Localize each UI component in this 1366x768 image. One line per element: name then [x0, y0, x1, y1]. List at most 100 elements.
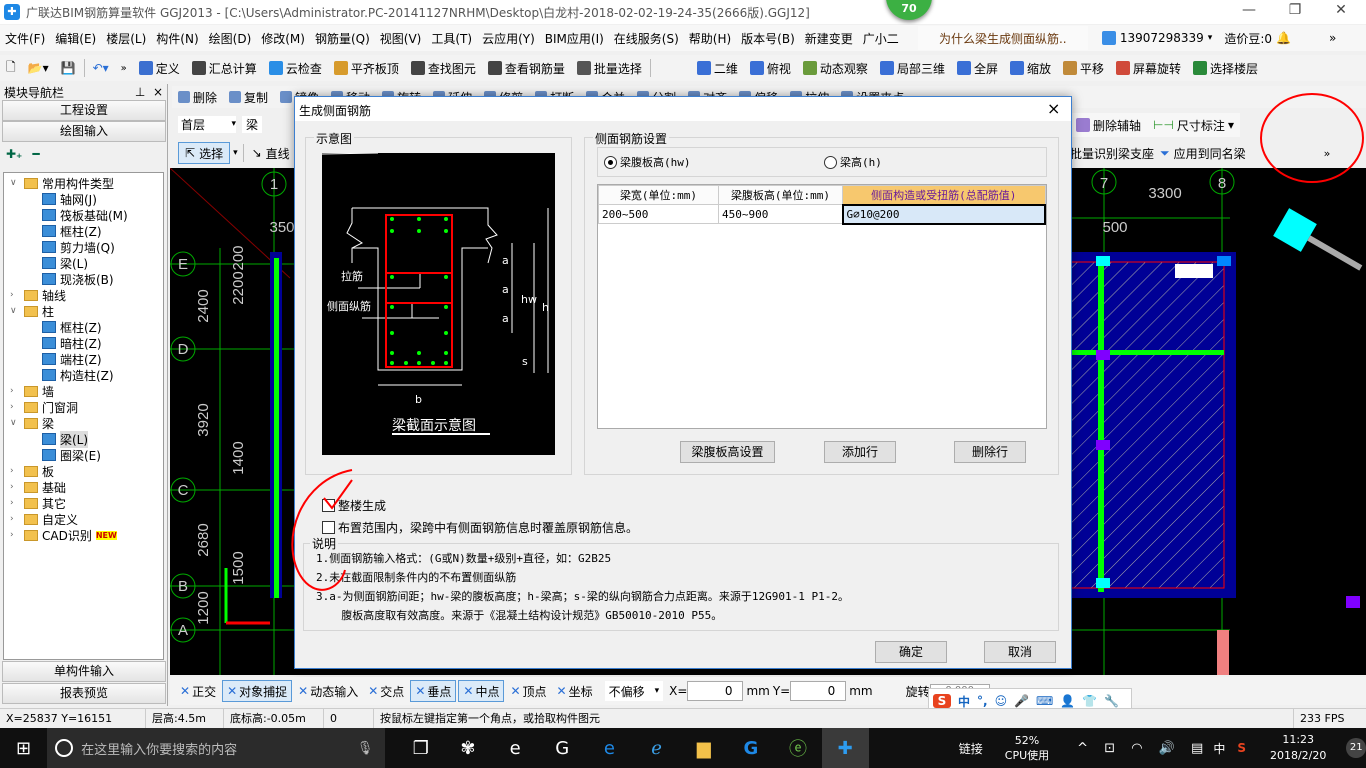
tree-item[interactable]: › CAD识别 NEW: [10, 527, 117, 543]
chevron-right-icon[interactable]: ›: [10, 482, 20, 492]
sogou-icon[interactable]: S: [933, 694, 951, 708]
restore-button[interactable]: ❐: [1272, 2, 1318, 18]
apply-same-name-button[interactable]: 应用到同名梁: [1174, 145, 1246, 162]
overwrite-checkbox[interactable]: 布置范围内，梁跨中有侧面钢筋信息时覆盖原钢筋信息。: [322, 519, 638, 536]
snap-toggle[interactable]: ✕ 对象捕捉: [222, 680, 293, 702]
cell-web-height[interactable]: 450~900: [718, 204, 843, 224]
question-link[interactable]: 为什么梁生成侧面纵筋..: [917, 26, 1088, 50]
tree-item[interactable]: › 板: [10, 463, 54, 479]
edit-tool-button[interactable]: 复制: [223, 89, 274, 106]
chevron-right-icon[interactable]: ›: [10, 386, 20, 396]
tree-item[interactable]: 剪力墙(Q): [42, 239, 115, 255]
chevron-right-icon[interactable]: ›: [10, 290, 20, 300]
tree-item[interactable]: › 墙: [10, 383, 54, 399]
menu-item[interactable]: 楼层(L): [101, 30, 151, 47]
toolbar-button[interactable]: 查看钢筋量: [482, 60, 571, 77]
user-icon[interactable]: 👤: [1060, 694, 1075, 708]
snap-toggle[interactable]: ✕ 坐标: [553, 680, 597, 702]
more-icon[interactable]: »: [1329, 31, 1336, 45]
select-button[interactable]: ⇱ 选择: [178, 142, 231, 164]
menu-item[interactable]: 修改(M): [256, 30, 310, 47]
new-file-button[interactable]: 🗋: [0, 58, 22, 79]
menu-item[interactable]: BIM应用(I): [540, 30, 609, 47]
tree-item[interactable]: ∨ 柱: [10, 303, 54, 319]
tree-item[interactable]: 圈梁(E): [42, 447, 101, 463]
delete-aux-axis-button[interactable]: 删除辅轴: [1070, 117, 1147, 134]
menu-item[interactable]: 新建变更: [800, 30, 858, 47]
snap-toggle[interactable]: ✕ 中点: [458, 680, 505, 702]
skin-icon[interactable]: 👕: [1082, 694, 1097, 708]
ie-browser-icon[interactable]: ℯ: [633, 728, 680, 768]
toolbar-button[interactable]: 平齐板顶: [328, 60, 405, 77]
tree-item[interactable]: 轴网(J): [42, 191, 97, 207]
open-file-button[interactable]: 📂▾: [22, 61, 55, 75]
tree-item[interactable]: 框柱(Z): [42, 223, 102, 239]
toolbar-button[interactable]: 平移: [1057, 60, 1110, 77]
toolbar-button[interactable]: 定义: [133, 60, 186, 77]
tree-item[interactable]: ∨ 梁: [10, 415, 54, 431]
toolbar-button[interactable]: 缩放: [1004, 60, 1057, 77]
chevron-down-icon[interactable]: ∨: [10, 418, 20, 428]
snap-toggle[interactable]: ✕ 正交: [176, 680, 220, 702]
ime-lang[interactable]: 中: [958, 693, 970, 710]
chevron-right-icon[interactable]: ›: [10, 498, 20, 508]
windows-start-icon[interactable]: ⊞: [0, 728, 47, 768]
toolbar-button[interactable]: 汇总计算: [186, 60, 263, 77]
close-window-button[interactable]: ✕: [1318, 2, 1364, 18]
tree-item[interactable]: › 自定义: [10, 511, 78, 527]
taskbar-search[interactable]: 在这里输入你要搜索的内容 🎙: [47, 728, 386, 768]
menu-item[interactable]: 钢筋量(Q): [310, 30, 375, 47]
radio-beam-height[interactable]: 梁高(h): [824, 154, 882, 170]
chevron-right-icon[interactable]: ›: [10, 530, 20, 540]
fan-app-icon[interactable]: ✾: [444, 728, 491, 768]
menu-item[interactable]: 帮助(H): [684, 30, 736, 47]
toolbar-button[interactable]: 屏幕旋转: [1110, 60, 1187, 77]
chevron-down-icon[interactable]: ∨: [10, 178, 20, 188]
keyboard-icon[interactable]: ⌨: [1036, 694, 1053, 708]
drawing-input-button[interactable]: 绘图输入: [2, 121, 166, 142]
menu-item[interactable]: 在线服务(S): [609, 30, 684, 47]
glodon-g-icon[interactable]: G: [727, 728, 774, 768]
tree-item[interactable]: › 其它: [10, 495, 66, 511]
emoji-icon[interactable]: ☺: [995, 694, 1008, 708]
menu-item[interactable]: 绘图(D): [204, 30, 257, 47]
floor-select[interactable]: 首层 ▾: [178, 115, 236, 133]
tree-item[interactable]: 筏板基础(M): [42, 207, 128, 223]
pin-icon[interactable]: ⊥: [135, 85, 145, 99]
single-component-input-button[interactable]: 单构件输入: [2, 661, 166, 682]
dimension-button[interactable]: ⊢⊣ 尺寸标注 ▾: [1147, 117, 1240, 134]
tree-item[interactable]: › 门窗洞: [10, 399, 78, 415]
chevron-right-icon[interactable]: ›: [10, 514, 20, 524]
menu-item[interactable]: 工具(T): [426, 30, 477, 47]
save-button[interactable]: 💾: [55, 61, 82, 75]
minimize-button[interactable]: —: [1226, 2, 1272, 18]
x-input[interactable]: 0: [687, 681, 744, 701]
score-badge[interactable]: 70: [886, 0, 932, 20]
tree-item[interactable]: 梁(L): [42, 430, 89, 448]
chevron-right-icon[interactable]: ›: [10, 402, 20, 412]
toolbar-button[interactable]: 动态观察: [797, 60, 874, 77]
tree-item[interactable]: › 基础: [10, 479, 66, 495]
dialog-close-button[interactable]: ×: [1047, 99, 1060, 118]
undo-button[interactable]: ↶▾: [87, 61, 115, 75]
web-height-settings-button[interactable]: 梁腹板高设置: [680, 441, 775, 463]
nav-close-icon[interactable]: ×: [153, 85, 163, 99]
project-settings-button[interactable]: 工程设置: [2, 100, 166, 121]
link-label[interactable]: 链接: [959, 740, 983, 757]
tree-item[interactable]: ∨ 常用构件类型: [10, 175, 114, 191]
snap-toggle[interactable]: ✕ 动态输入: [294, 680, 362, 702]
chevron-right-icon[interactable]: ›: [10, 466, 20, 476]
file-explorer-icon[interactable]: ▆: [680, 728, 727, 768]
offset-select[interactable]: 不偏移 ▾: [604, 681, 664, 701]
task-view-icon[interactable]: ❐: [397, 728, 444, 768]
ime-punct[interactable]: °,: [977, 694, 988, 708]
edge-icon[interactable]: e: [586, 728, 633, 768]
tree-item[interactable]: 框柱(Z): [42, 319, 102, 335]
notification-count[interactable]: 21: [1346, 738, 1366, 758]
menu-item[interactable]: 云应用(Y): [477, 30, 540, 47]
batch-identify-support-button[interactable]: 批量识别梁支座: [1070, 145, 1154, 162]
toolbar-button[interactable]: 批量选择: [571, 60, 648, 77]
tree-item[interactable]: 梁(L): [42, 255, 88, 271]
delete-row-button[interactable]: 删除行: [954, 441, 1026, 463]
tree-item[interactable]: 现浇板(B): [42, 271, 114, 287]
